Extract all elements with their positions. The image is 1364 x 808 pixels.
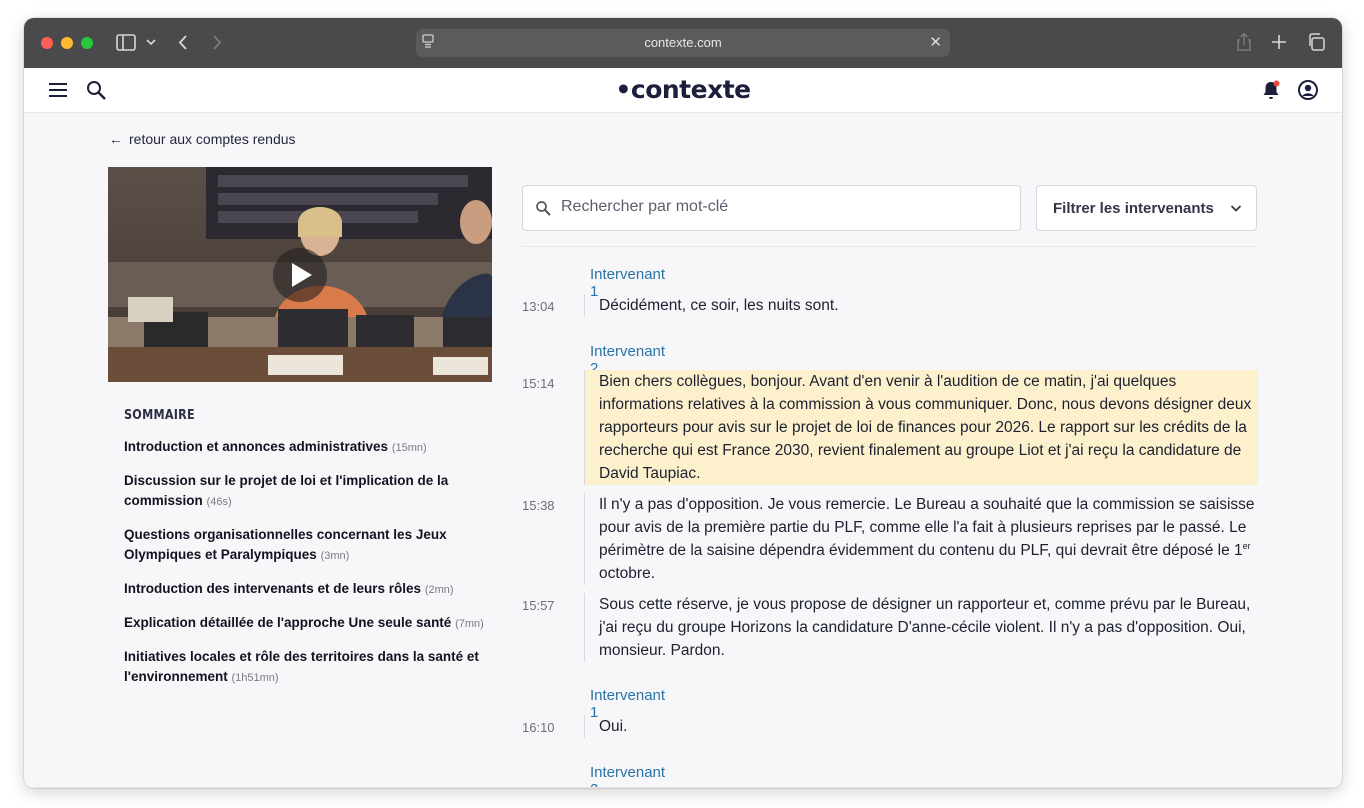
video-player[interactable] — [108, 167, 492, 382]
notification-bell-icon[interactable] — [1260, 79, 1282, 101]
site-logo[interactable]: •contexte — [24, 75, 1342, 104]
speaker-filter-dropdown[interactable]: Filtrer les intervenants — [1036, 185, 1257, 231]
timestamp[interactable]: 15:38 — [522, 498, 555, 513]
video-thumbnail — [108, 167, 492, 382]
speaker-filter-label: Filtrer les intervenants — [1053, 200, 1214, 217]
sommaire-title: SOMMAIRE — [124, 408, 195, 423]
sommaire-item-label: Discussion sur le projet de loi et l'imp… — [124, 473, 449, 508]
sommaire-item[interactable]: Explication détaillée de l'approche Une … — [124, 613, 489, 634]
sommaire-item-label: Initiatives locales et rôle des territoi… — [124, 649, 479, 684]
search-icon — [536, 201, 551, 216]
paragraph-text: Il n'y a pas d'opposition. Je vous remer… — [599, 496, 1255, 559]
minimize-window-button[interactable] — [61, 37, 73, 49]
sidebar-toggle-icon[interactable] — [116, 34, 136, 51]
sommaire-item-label: Questions organisationnelles concernant … — [124, 527, 447, 562]
url-text[interactable]: contexte.com — [416, 35, 950, 50]
back-icon[interactable] — [178, 34, 188, 51]
browser-titlebar: contexte.com ✕ — [24, 18, 1342, 68]
zoom-window-button[interactable] — [81, 37, 93, 49]
sommaire-item[interactable]: Initiatives locales et rôle des territoi… — [124, 647, 489, 688]
tab-overview-icon[interactable] — [1307, 33, 1325, 51]
new-tab-icon[interactable] — [1271, 34, 1287, 50]
keyword-search-box[interactable] — [522, 185, 1021, 231]
transcript-paragraph: Sous cette réserve, je vous propose de d… — [584, 593, 1258, 662]
close-window-button[interactable] — [41, 37, 53, 49]
keyword-search-input[interactable] — [561, 198, 1001, 216]
browser-window: contexte.com ✕ •contexte ← retour aux co… — [24, 18, 1342, 788]
timestamp[interactable]: 15:57 — [522, 598, 555, 613]
sommaire-item-duration: (2mn) — [424, 584, 454, 596]
back-to-reports-link[interactable]: ← retour aux comptes rendus — [109, 131, 296, 147]
sommaire-item[interactable]: Questions organisationnelles concernant … — [124, 525, 489, 566]
sommaire-item-label: Introduction des intervenants et de leur… — [124, 581, 422, 596]
timestamp[interactable]: 13:04 — [522, 299, 555, 314]
transcript-paragraph: Décidément, ce soir, les nuits sont. — [584, 294, 1258, 317]
ordinal-suffix: er — [1242, 540, 1251, 551]
divider — [522, 246, 1257, 247]
sommaire-item-duration: (15mn) — [391, 442, 427, 454]
timestamp[interactable]: 16:10 — [522, 720, 555, 735]
clear-url-icon[interactable]: ✕ — [929, 33, 942, 51]
table-of-contents: SOMMAIRE Introduction et annonces admini… — [124, 408, 489, 701]
sommaire-item[interactable]: Discussion sur le projet de loi et l'imp… — [124, 471, 489, 512]
forward-icon[interactable] — [212, 34, 222, 51]
sommaire-item-label: Introduction et annonces administratives — [124, 439, 389, 454]
chevron-down-icon[interactable] — [146, 38, 156, 46]
sommaire-item[interactable]: Introduction des intervenants et de leur… — [124, 579, 489, 600]
transcript-paragraph: Oui. — [584, 715, 1258, 738]
sommaire-item-duration: (7mn) — [455, 618, 484, 630]
sommaire-item[interactable]: Introduction et annonces administratives… — [124, 437, 489, 458]
sommaire-item-duration: (1h51mn) — [231, 672, 279, 684]
paragraph-text-end: octobre. — [599, 565, 656, 582]
speaker-label[interactable]: Intervenant 2 — [590, 764, 665, 788]
sommaire-item-duration: (3mn) — [320, 550, 350, 562]
chevron-down-icon — [1230, 205, 1242, 212]
window-bottom-edge — [24, 787, 1342, 788]
sommaire-item-duration: (46s) — [206, 496, 232, 508]
back-link-label: retour aux comptes rendus — [129, 131, 296, 147]
address-bar[interactable]: contexte.com ✕ — [416, 29, 950, 57]
share-icon[interactable] — [1236, 32, 1252, 52]
transcript-paragraph-highlighted: Bien chers collègues, bonjour. Avant d'e… — [584, 370, 1258, 485]
transcript-paragraph: Il n'y a pas d'opposition. Je vous remer… — [584, 493, 1258, 585]
arrow-left-icon: ← — [109, 131, 123, 147]
timestamp[interactable]: 15:14 — [522, 376, 555, 391]
account-icon[interactable] — [1297, 79, 1319, 101]
site-header: •contexte — [24, 68, 1342, 113]
sommaire-item-label: Explication détaillée de l'approche Une … — [124, 615, 452, 630]
